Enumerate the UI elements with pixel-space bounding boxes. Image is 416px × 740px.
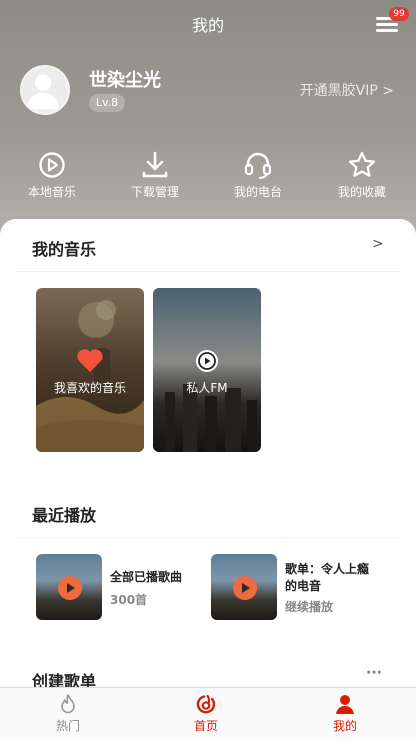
level-badge: Lv.8 (89, 94, 125, 112)
play-icon (233, 576, 257, 600)
play-icon (58, 576, 82, 600)
avatar[interactable] (20, 65, 70, 115)
recent-item-subtitle: 300首 (110, 593, 148, 607)
recent-thumbnail (211, 554, 277, 620)
page-title: 我的 (191, 16, 224, 35)
username[interactable]: 世染尘光 (89, 66, 161, 92)
user-icon (336, 695, 354, 714)
notification-badge: 99 (389, 7, 409, 21)
quick-action-local-music[interactable]: 本地音乐 (12, 150, 92, 200)
user-silhouette-icon (26, 74, 60, 110)
quick-action-label: 本地音乐 (27, 185, 76, 199)
quick-action-label: 我的电台 (233, 185, 282, 199)
my-music-title: 我的音乐 (32, 240, 97, 259)
personal-fm-tile[interactable]: 私人FM (153, 288, 261, 452)
tile-label: 私人FM (186, 381, 228, 395)
divider (16, 271, 400, 272)
recent-item-title: 歌单：令人上瘾的电音 (285, 562, 370, 593)
quick-action-downloads[interactable]: 下载管理 (115, 150, 195, 200)
tab-label: 我的 (332, 719, 357, 733)
flame-icon (61, 694, 75, 714)
headphones-icon (244, 152, 272, 179)
play-circle-icon (39, 152, 65, 178)
play-circle-icon (196, 350, 218, 372)
divider (16, 537, 400, 538)
liked-music-tile[interactable]: 我喜欢的音乐 (36, 288, 144, 452)
tile-label: 我喜欢的音乐 (53, 381, 126, 395)
recent-item-subtitle: 继续播放 (285, 600, 334, 614)
tab-mine[interactable]: 我的 (305, 688, 385, 740)
quick-action-label: 我的收藏 (337, 185, 386, 199)
quick-action-radio[interactable]: 我的电台 (218, 150, 298, 200)
heart-icon (77, 349, 103, 372)
vip-link[interactable]: 开通黑胶VIP > (300, 80, 394, 100)
recent-thumbnail (36, 554, 102, 620)
bottom-tab-bar: 热门 首页 我的 (0, 687, 416, 740)
quick-action-favorites[interactable]: 我的收藏 (322, 150, 402, 200)
netease-logo-icon (196, 694, 216, 714)
recent-title: 最近播放 (32, 506, 97, 525)
download-icon (142, 151, 168, 178)
tab-hot[interactable]: 热门 (28, 688, 108, 740)
tab-home[interactable]: 首页 (166, 688, 246, 740)
tab-label: 首页 (193, 719, 218, 733)
recent-item-title: 全部已播歌曲 (110, 570, 183, 584)
tab-label: 热门 (55, 719, 80, 733)
my-music-arrow[interactable]: > (372, 236, 384, 252)
profile-header-background (0, 0, 416, 250)
star-icon (348, 151, 376, 177)
quick-action-label: 下载管理 (130, 185, 179, 199)
more-options-icon[interactable]: ··· (366, 665, 382, 681)
